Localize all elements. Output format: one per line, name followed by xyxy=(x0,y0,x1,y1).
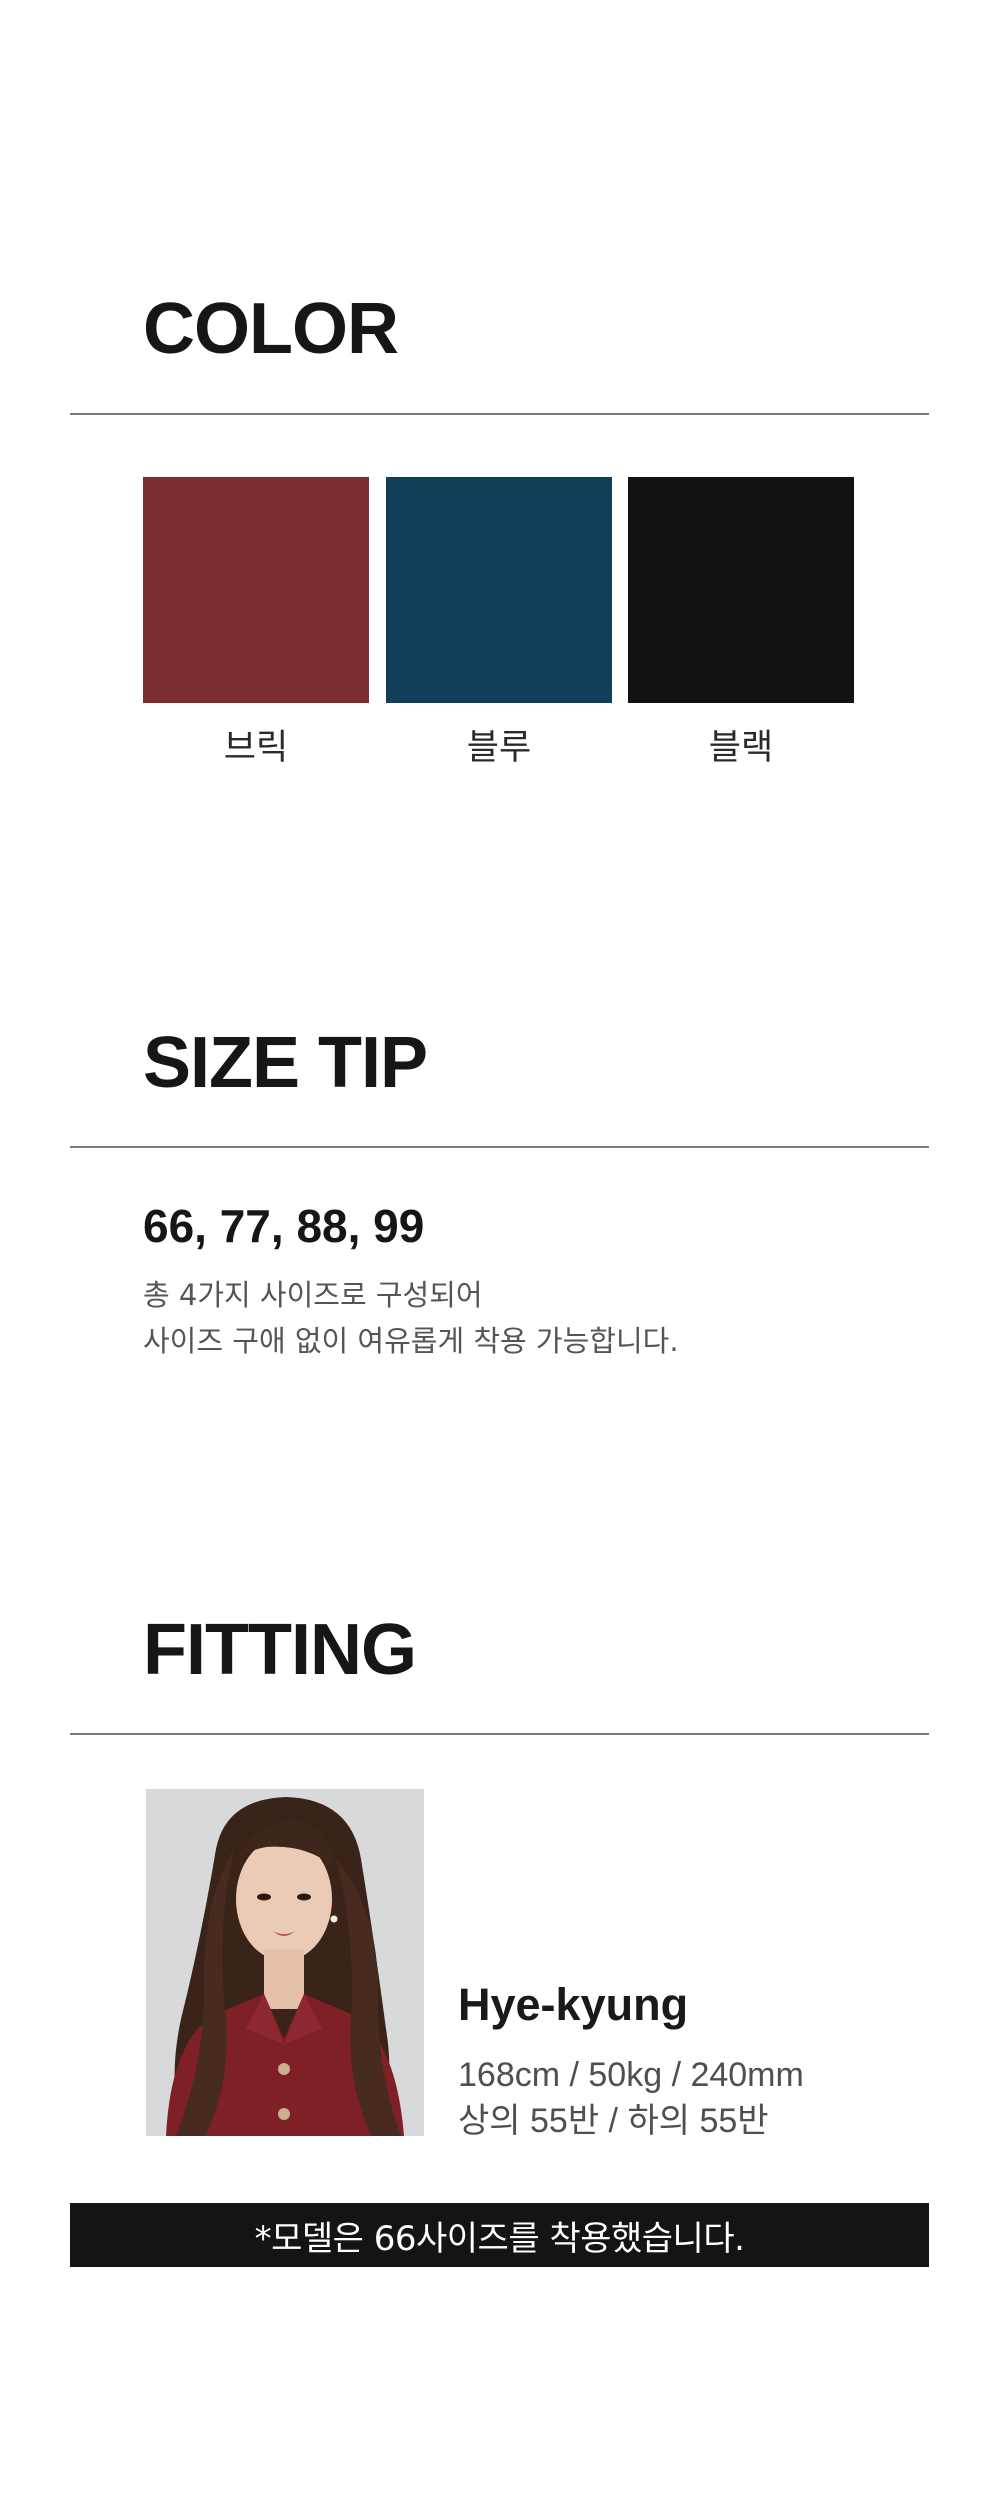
model-size-notice: *모델은 66사이즈를 착용했습니다. xyxy=(70,2203,929,2267)
model-measurements: 168cm / 50kg / 240mm xyxy=(458,2056,804,2094)
color-swatch-brick[interactable] xyxy=(143,477,369,703)
color-label-brick: 브릭 xyxy=(223,728,289,768)
color-swatch-blue[interactable] xyxy=(386,477,612,703)
available-sizes: 66, 77, 88, 99 xyxy=(143,1200,425,1252)
size-tip-section-divider xyxy=(70,1146,929,1148)
color-section-divider xyxy=(70,413,929,415)
size-description: 총 4가지 사이즈로 구성되어 사이즈 구애 없이 여유롭게 착용 가능합니다. xyxy=(143,1272,679,1364)
color-section-title: COLOR xyxy=(143,289,399,369)
size-description-line-1: 총 4가지 사이즈로 구성되어 xyxy=(143,1278,483,1312)
color-label-black: 블랙 xyxy=(708,728,774,768)
color-swatch-black[interactable] xyxy=(628,477,854,703)
fitting-section-divider xyxy=(70,1733,929,1735)
color-label-blue: 블루 xyxy=(466,728,532,768)
model-photo xyxy=(146,1789,424,2136)
model-sizes-worn: 상의 55반 / 하의 55반 xyxy=(458,2102,769,2140)
size-tip-section-title: SIZE TIP xyxy=(143,1023,428,1103)
model-size-notice-text: *모델은 66사이즈를 착용했습니다. xyxy=(254,2218,745,2259)
size-description-line-2: 사이즈 구애 없이 여유롭게 착용 가능합니다. xyxy=(143,1324,679,1358)
model-name: Hye-kyung xyxy=(458,1979,689,2030)
fitting-section-title: FITTING xyxy=(143,1610,417,1690)
